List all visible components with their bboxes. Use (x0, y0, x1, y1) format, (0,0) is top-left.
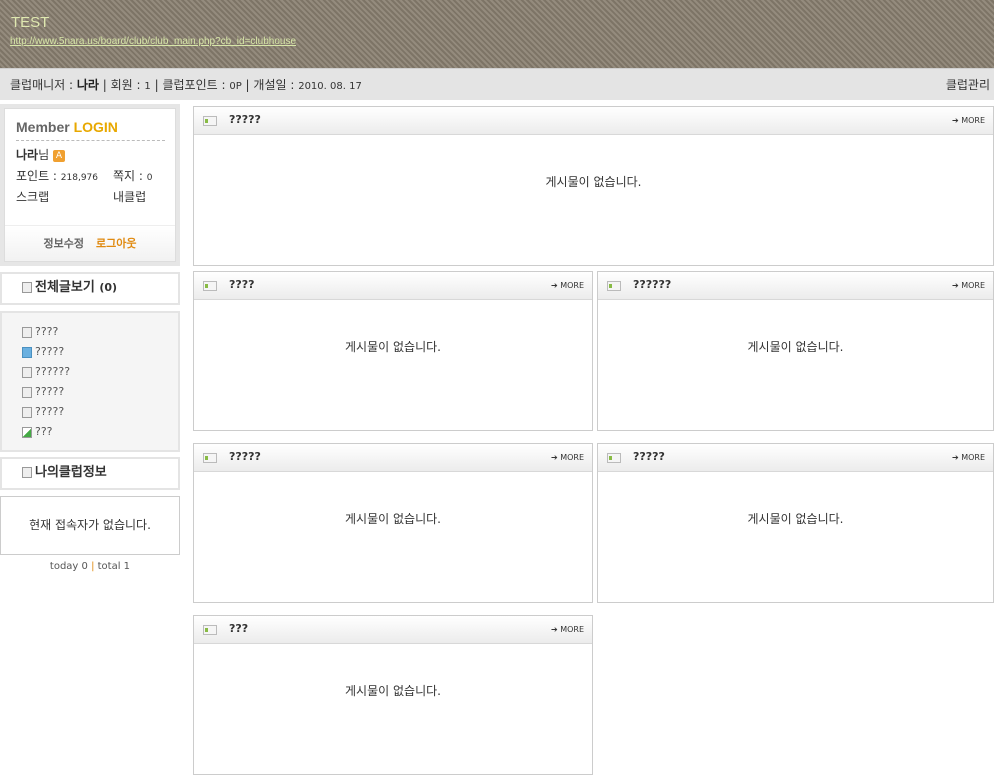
menu-label: ?????? (35, 365, 71, 378)
level-badge-icon: A (52, 149, 65, 162)
empty-message: 게시물이 없습니다. (345, 512, 441, 526)
board-icon (607, 453, 621, 463)
empty-message: 게시물이 없습니다. (747, 512, 844, 526)
board-menu: ???? ????? ?????? ????? ????? ??? (0, 311, 180, 452)
date-label: | 개설일 : (241, 78, 299, 92)
gallery-icon (22, 426, 32, 438)
board-icon (203, 625, 217, 635)
online-status: 현재 접속자가 없습니다. (29, 518, 151, 532)
myclub-info-label: 나의클럽정보 (35, 465, 107, 480)
logout-button[interactable]: 로그아웃 (96, 237, 136, 250)
online-users-box: 현재 접속자가 없습니다. (0, 496, 180, 555)
board-panel: ??? ➔ MORE 게시물이 없습니다. (193, 615, 593, 775)
user-name: 나라 (16, 148, 39, 162)
club-points: 0P (229, 81, 242, 92)
empty-message: 게시물이 없습니다. (345, 684, 441, 698)
club-manage-link[interactable]: 클럽관리 (946, 69, 990, 101)
club-info-bar: 클럽매니저 : 나라 | 회원 : 1 | 클럽포인트 : 0P | 개설일 :… (0, 68, 994, 100)
board-panel: ?????? ➔ MORE 게시물이 없습니다. (597, 271, 994, 431)
menu-label: ????? (35, 345, 65, 358)
more-label: MORE (560, 453, 584, 462)
more-link[interactable]: ➔ MORE (952, 453, 985, 462)
club-url-link[interactable]: http://www.5nara.us/board/club/club_main… (10, 36, 296, 47)
list-icon (22, 406, 32, 418)
empty-message: 게시물이 없습니다. (345, 340, 441, 354)
more-label: MORE (961, 116, 985, 125)
memo-label[interactable]: 쪽지 : (113, 169, 147, 183)
board-panel: ????? ➔ MORE 게시물이 없습니다. (597, 443, 994, 603)
today-count: today 0 (49, 561, 88, 572)
board-panel: ????? ➔ MORE 게시물이 없습니다. (193, 106, 994, 266)
board-icon (203, 453, 217, 463)
more-link[interactable]: ➔ MORE (551, 281, 584, 290)
list-icon (22, 366, 32, 378)
menu-item[interactable]: ???? (2, 322, 178, 342)
list-icon (22, 282, 32, 293)
user-suffix: 님 (38, 148, 50, 162)
member-login-box: Member LOGIN 나라님 A 포인트 : 218,976 쪽지 : 0 스… (0, 104, 180, 266)
myclub-link[interactable]: 내클럽 (113, 187, 146, 208)
board-title[interactable]: ???? (229, 278, 255, 291)
notice-icon (22, 326, 32, 338)
menu-item[interactable]: ????? (2, 402, 178, 422)
menu-item[interactable]: ????? (2, 382, 178, 402)
all-posts-label: 전체글보기 (35, 280, 95, 295)
login-title-a: Member (16, 119, 74, 135)
more-link[interactable]: ➔ MORE (952, 281, 985, 290)
more-link[interactable]: ➔ MORE (551, 625, 584, 634)
menu-label: ????? (35, 385, 65, 398)
scrap-link[interactable]: 스크랩 (16, 190, 49, 204)
board-title[interactable]: ????? (633, 450, 665, 463)
counter-separator: | (87, 561, 98, 572)
myclub-info-header: 나의클럽정보 (0, 457, 180, 490)
points-label: | 클럽포인트 : (150, 78, 230, 92)
info-icon (22, 467, 32, 478)
visit-counter: today 0 | total 1 (0, 561, 180, 572)
memo-count: 0 (146, 173, 153, 183)
menu-item[interactable]: ??? (2, 422, 178, 442)
club-header: TEST http://www.5nara.us/board/club/club… (0, 0, 994, 68)
empty-message: 게시물이 없습니다. (545, 175, 642, 189)
points-label: 포인트 : (16, 169, 61, 183)
menu-label: ????? (35, 405, 65, 418)
open-date: 2010. 08. 17 (298, 81, 362, 92)
board-panel: ???? ➔ MORE 게시물이 없습니다. (193, 271, 593, 431)
board-icon (203, 116, 217, 126)
menu-label: ??? (35, 425, 53, 438)
menu-item[interactable]: ?????? (2, 362, 178, 382)
members-label: | 회원 : (98, 78, 145, 92)
more-link[interactable]: ➔ MORE (551, 453, 584, 462)
board-title[interactable]: ?????? (633, 278, 671, 291)
more-label: MORE (560, 281, 584, 290)
photo-icon (22, 346, 32, 358)
board-panel: ????? ➔ MORE 게시물이 없습니다. (193, 443, 593, 603)
club-title: TEST (11, 14, 50, 31)
more-label: MORE (560, 625, 584, 634)
board-icon (203, 281, 217, 291)
all-posts-link[interactable]: 전체글보기 (0) (0, 272, 180, 305)
board-title[interactable]: ??? (229, 622, 248, 635)
edit-info-button[interactable]: 정보수정 (44, 237, 84, 250)
list-icon (22, 386, 32, 398)
user-points: 218,976 (60, 173, 99, 183)
board-title[interactable]: ????? (229, 113, 261, 126)
board-icon (607, 281, 621, 291)
more-label: MORE (961, 281, 985, 290)
more-label: MORE (961, 453, 985, 462)
login-title-b: LOGIN (73, 119, 118, 135)
empty-message: 게시물이 없습니다. (747, 340, 844, 354)
manager-label: 클럽매니저 : (10, 78, 77, 92)
more-link[interactable]: ➔ MORE (952, 116, 985, 125)
board-title[interactable]: ????? (229, 450, 261, 463)
menu-item[interactable]: ????? (2, 342, 178, 362)
manager-name: 나라 (76, 78, 99, 92)
login-title: Member LOGIN (16, 119, 165, 141)
menu-label: ???? (35, 325, 59, 338)
all-posts-count: (0) (99, 281, 118, 294)
total-count: total 1 (97, 561, 131, 572)
